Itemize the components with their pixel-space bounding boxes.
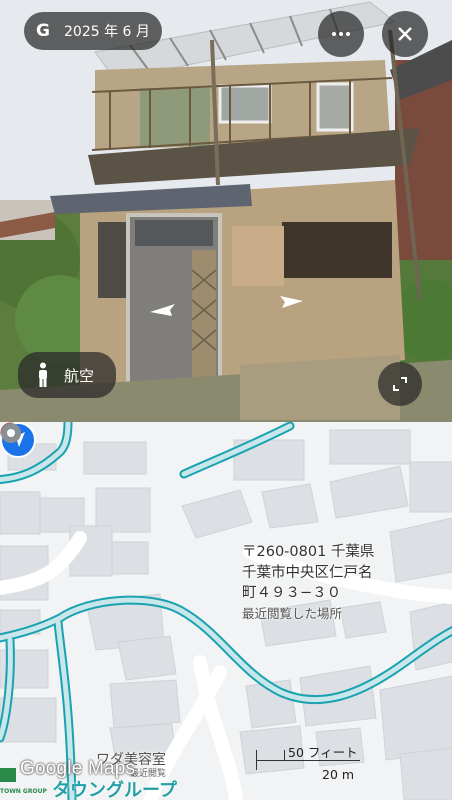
watermark-text: タウングループ [52, 780, 177, 800]
scale-imperial-label: 50 フィート [288, 745, 358, 760]
expand-button[interactable] [378, 362, 422, 406]
address-line-3: 町４９３−３０ [242, 585, 342, 601]
map-canvas [0, 422, 452, 800]
scale-bar: 50 フィート 20 m [256, 742, 360, 786]
aerial-label: 航空 [64, 366, 95, 385]
scale-metric-label: 20 m [322, 767, 355, 782]
town-group-logo-icon [0, 768, 16, 782]
map-panel[interactable]: 〒260-0801 千葉県 千葉市中央区仁戸名 町４９３−３０ 最近閲覧した場所… [0, 422, 452, 800]
close-button[interactable] [382, 11, 428, 57]
recently-viewed-label: 最近閲覧した場所 [242, 605, 343, 621]
scale-tick [284, 750, 285, 760]
close-icon [398, 27, 412, 41]
address-line-2: 千葉市中央区仁戸名 [242, 564, 373, 581]
address-line-1: 〒260-0801 千葉県 [242, 544, 375, 560]
more-options-button[interactable] [318, 11, 364, 57]
google-g-icon: G [36, 21, 50, 41]
imagery-date-pill[interactable]: G 2025 年 6 月 [24, 12, 162, 50]
expand-icon [393, 377, 407, 391]
aerial-view-button[interactable]: 航空 [18, 352, 117, 398]
imagery-date-label: 2025 年 6 月 [64, 24, 150, 40]
scale-line [256, 760, 360, 761]
street-view-panel[interactable]: G 2025 年 6 月 航空 [0, 0, 452, 422]
town-group-small-text: TOWN GROUP [0, 788, 47, 795]
address-label[interactable]: 〒260-0801 千葉県 千葉市中央区仁戸名 町４９３−３０ 最近閲覧した場所 [242, 542, 374, 624]
place-marker-icon[interactable] [0, 422, 22, 444]
more-dots-icon [332, 32, 350, 36]
scale-tick [256, 750, 257, 770]
person-icon [39, 362, 47, 387]
